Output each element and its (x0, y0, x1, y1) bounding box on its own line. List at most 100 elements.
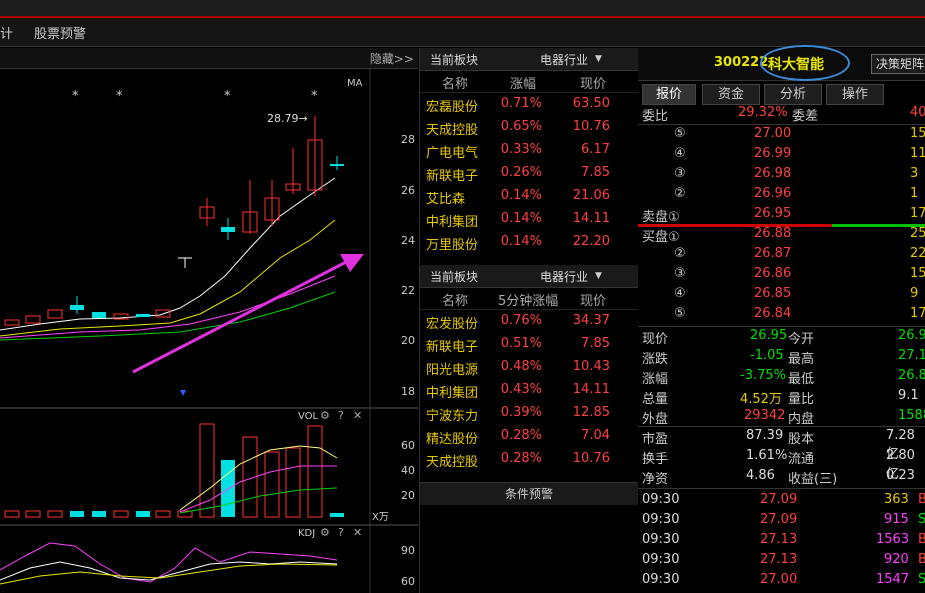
tick-volume: 363 (884, 492, 909, 507)
ask-level-row[interactable]: ② 26.96 1 (642, 185, 925, 205)
tick-side: B (918, 552, 925, 567)
sector-row[interactable]: 天成控股 0.28% 10.76 (420, 448, 638, 471)
marker-triangle (180, 390, 186, 396)
stat-row[interactable]: 涨跌 -1.05 最高 27.1 (642, 347, 925, 367)
stat-value: 27.1 (898, 348, 925, 363)
stat-label: 流通 (788, 452, 815, 467)
sector-row[interactable]: 阳光电源 0.48% 10.43 (420, 356, 638, 379)
bid-level-row[interactable]: ③ 26.86 15 (642, 265, 925, 285)
price-axis-tick: 20 (401, 334, 415, 347)
gear-icon[interactable]: ⚙ (320, 526, 330, 539)
sector-row[interactable]: 宁波东力 0.39% 12.85 (420, 402, 638, 425)
bid-level-row[interactable]: ⑤ 26.84 17 (642, 305, 925, 325)
sector-dropdown[interactable]: 电器行业 (540, 51, 588, 68)
sector-row[interactable]: 万里股份 0.14% 22.20 (420, 231, 638, 254)
stat-row[interactable]: 市盈 87.39 股本 7.28亿 (642, 427, 925, 462)
tick-time: 09:30 (642, 572, 680, 587)
dropdown-icon[interactable]: ▼ (595, 271, 602, 281)
tick-row[interactable]: 09:30 27.13 920 B (642, 551, 925, 571)
col-price[interactable]: 现价 (580, 290, 606, 309)
sector-row[interactable]: 新联电子 0.26% 7.85 (420, 162, 638, 185)
tick-row[interactable]: 09:30 27.00 1547 S (642, 571, 925, 591)
bid-volume: 22 (910, 246, 925, 261)
help-icon[interactable]: ? (338, 526, 344, 539)
bid-level-row[interactable]: ④ 26.85 9 (642, 285, 925, 305)
sector-row[interactable]: 精达股份 0.28% 7.04 (420, 425, 638, 448)
tick-row[interactable]: 09:30 27.13 1563 B (642, 531, 925, 551)
sector-row[interactable]: 宏发股份 0.76% 34.37 (420, 310, 638, 333)
stat-row[interactable]: 总量 4.52万 量比 9.1 (642, 387, 925, 407)
gear-icon[interactable]: ⚙ (320, 409, 330, 422)
hide-panel-button[interactable]: 隐藏>> (370, 50, 414, 67)
stat-label: 最低 (788, 372, 815, 387)
tab-quote[interactable]: 报价 (642, 84, 696, 105)
order-ratio-row: 委比 29.32% 委差 40 (642, 105, 925, 124)
ma10-line (0, 219, 336, 337)
close-icon[interactable]: ✕ (353, 526, 362, 539)
menu-item-partial[interactable]: 计 (0, 23, 13, 42)
stock-name: 宏磊股份 (426, 100, 479, 115)
ma5-line (0, 177, 336, 331)
kline-chart[interactable]: MA * * * * 28 26 24 22 20 18 28.79→ VOL … (0, 68, 418, 593)
stat-value: 26.95 (750, 328, 788, 343)
change-pct: 0.43% (500, 382, 542, 397)
change-pct: 0.51% (500, 336, 542, 351)
tick-side: S (918, 572, 925, 587)
stat-value: 26.9 (898, 328, 925, 343)
sector-row[interactable]: 天成控股 0.65% 10.76 (420, 116, 638, 139)
level-label: ⑤ (674, 126, 686, 141)
stat-row[interactable]: 现价 26.95 今开 26.9 (642, 327, 925, 347)
kdj-d-line (0, 563, 338, 585)
change-pct: 0.71% (500, 96, 542, 111)
sector-panel-2: 当前板块 电器行业 ▼ 名称 5分钟涨幅 现价 宏发股份 0.76% 34.37 新联… (419, 265, 639, 481)
close-icon[interactable]: ✕ (353, 409, 362, 422)
tab-operate[interactable]: 操作 (826, 84, 884, 105)
ask-price: 26.99 (754, 146, 792, 161)
change-pct: 0.14% (500, 188, 542, 203)
candle (92, 312, 106, 318)
panel-title: 当前板块 (430, 53, 479, 67)
tick-row[interactable]: 09:30 27.09 915 S (642, 511, 925, 531)
sector-dropdown[interactable]: 电器行业 (540, 268, 588, 285)
stat-row[interactable]: 涨幅 -3.75% 最低 26.8 (642, 367, 925, 387)
help-icon[interactable]: ? (338, 409, 344, 422)
stat-value: 0.23 (886, 468, 915, 483)
stat-row[interactable]: 外盘 29342内盘 1588 (642, 407, 925, 427)
dropdown-icon[interactable]: ▼ (595, 54, 602, 64)
bid-price: 26.85 (754, 286, 792, 301)
bid-level-row[interactable]: ② 26.87 22 (642, 245, 925, 265)
col-price[interactable]: 现价 (580, 73, 606, 92)
sector-row[interactable]: 新联电子 0.51% 7.85 (420, 333, 638, 356)
condition-alert-tab[interactable]: 条件预警 (419, 482, 639, 506)
stat-row[interactable]: 净资 4.86 收益(三) 0.23 (642, 467, 925, 487)
marker-star: * (116, 89, 123, 104)
ask-level-row[interactable]: ④ 26.99 11 (642, 145, 925, 165)
sector-row[interactable]: 中利集团 0.43% 14.11 (420, 379, 638, 402)
ask-level-row[interactable]: ⑤ 27.00 15 (642, 125, 925, 145)
col-name[interactable]: 名称 (442, 73, 468, 92)
bid-level-row[interactable]: 买盘① 26.88 25 (642, 225, 925, 245)
col-name[interactable]: 名称 (442, 290, 468, 309)
price-axis-tick: 28 (401, 133, 415, 146)
tick-price: 27.13 (760, 532, 798, 547)
tab-analysis[interactable]: 分析 (764, 84, 822, 105)
stock-name: 精达股份 (426, 432, 479, 447)
ask-level-row[interactable]: 卖盘① 26.95 17 (642, 205, 925, 225)
change-pct: 0.28% (500, 428, 542, 443)
sector-row[interactable]: 中利集团 0.14% 14.11 (420, 208, 638, 231)
col-change[interactable]: 涨幅 (510, 73, 536, 92)
col-5min-change[interactable]: 5分钟涨幅 (498, 290, 558, 309)
decision-matrix-button[interactable]: 决策矩阵 (871, 54, 925, 74)
price: 10.76 (572, 119, 610, 134)
high-price-label: 28.79→ (267, 112, 308, 125)
sector-row[interactable]: 艾比森 0.14% 21.06 (420, 185, 638, 208)
stat-row[interactable]: 换手 1.61% 流通 2.80亿 (642, 447, 925, 482)
stock-name: 天成控股 (426, 455, 479, 470)
sector-row[interactable]: 宏磊股份 0.71% 63.50 (420, 93, 638, 116)
sector-row[interactable]: 广电电气 0.33% 6.17 (420, 139, 638, 162)
stat-label: 净资 (642, 472, 669, 487)
tick-row[interactable]: 09:30 27.09 363 B (642, 491, 925, 511)
menu-item-stock-alert[interactable]: 股票预警 (34, 23, 86, 42)
tab-funds[interactable]: 资金 (702, 84, 760, 105)
ask-level-row[interactable]: ③ 26.98 3 (642, 165, 925, 185)
